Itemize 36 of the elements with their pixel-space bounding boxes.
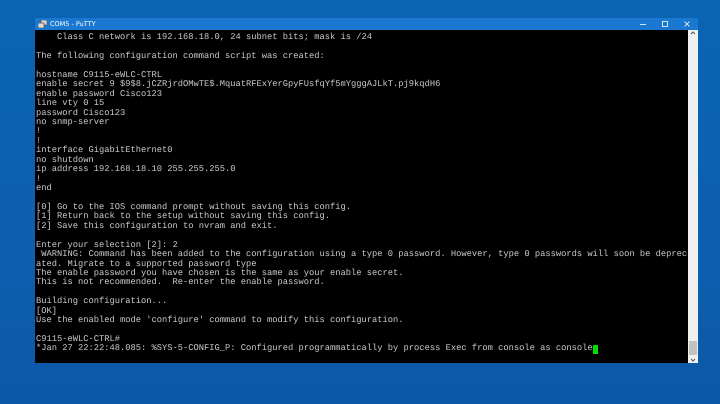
scrollbar[interactable] bbox=[688, 30, 698, 363]
terminal-line: [2] Save this configuration to nvram and exit. bbox=[36, 222, 278, 232]
terminal-line: no shutdown bbox=[36, 156, 94, 165]
terminal-line: [OK] bbox=[36, 306, 58, 316]
terminal-line: password Cisco123 bbox=[36, 108, 126, 118]
terminal-line: Class C network is 192.168.18.0, 24 subnet bits; mask is /24 bbox=[56, 33, 372, 42]
terminal-line: Use the enabled mode 'configure' command to modify this configuration. bbox=[36, 316, 404, 326]
scrollbar-thumb[interactable] bbox=[689, 341, 697, 355]
terminal-line: enable password Cisco123 bbox=[36, 90, 162, 99]
terminal-line: This is not recommended. Re-enter the enable password. bbox=[36, 278, 325, 288]
terminal-line: *Jan 27 22:22:48.085: %SYS-5-CONFIG_P: Configured programmatically by process Exec from console as console bbox=[36, 344, 593, 354]
terminal-line: ated. Migrate to a supported password type bbox=[36, 260, 257, 268]
terminal-line: C9115-eWLC-CTRL# bbox=[36, 335, 120, 344]
close-icon bbox=[683, 20, 691, 28]
text-cursor bbox=[592, 344, 598, 354]
terminal-line: ip address 192.168.18.10 255.255.255.0 bbox=[36, 165, 236, 175]
terminal-line: end bbox=[36, 184, 52, 194]
maximize-icon bbox=[661, 20, 669, 28]
terminal-line: line vty 0 15 bbox=[36, 99, 104, 108]
terminal-line: The following configuration command script was created: bbox=[36, 52, 325, 62]
terminal-line: ! bbox=[36, 174, 42, 184]
terminal-line: The enable password you have chosen is the same as your enable secret. bbox=[36, 268, 404, 278]
terminal-line: [0] Go to the IOS command prompt without saving this config. bbox=[36, 202, 352, 212]
terminal-line: [1] Return back to the setup without saving this config. bbox=[36, 212, 330, 222]
terminal-line: ! bbox=[36, 127, 42, 137]
terminal-line: WARNING: Command has been added to the configuration using a type 0 password. However, type 0 passwords will soon be deprec bbox=[40, 250, 688, 260]
scroll-down-icon[interactable] bbox=[689, 357, 697, 363]
terminal-line: ! bbox=[36, 136, 42, 146]
terminal-line: interface GigabitEthernet0 bbox=[36, 146, 173, 156]
terminal-line: Building configuration... bbox=[36, 297, 168, 306]
terminal-icon bbox=[38, 20, 47, 28]
terminal-line: enable secret 9 $9$8.jCZRjrdOMwTE$.MquatRFExYerGpyFUsfqYf5mYgggAJLkT.pj9kqdH6 bbox=[36, 80, 440, 90]
terminal-line: hostname C9115-eWLC-CTRL bbox=[36, 70, 162, 80]
terminal-line: Enter your selection [2]: 2 bbox=[36, 240, 178, 250]
terminal-line: no snmp-server bbox=[36, 118, 110, 127]
scroll-up-icon[interactable] bbox=[689, 30, 697, 36]
